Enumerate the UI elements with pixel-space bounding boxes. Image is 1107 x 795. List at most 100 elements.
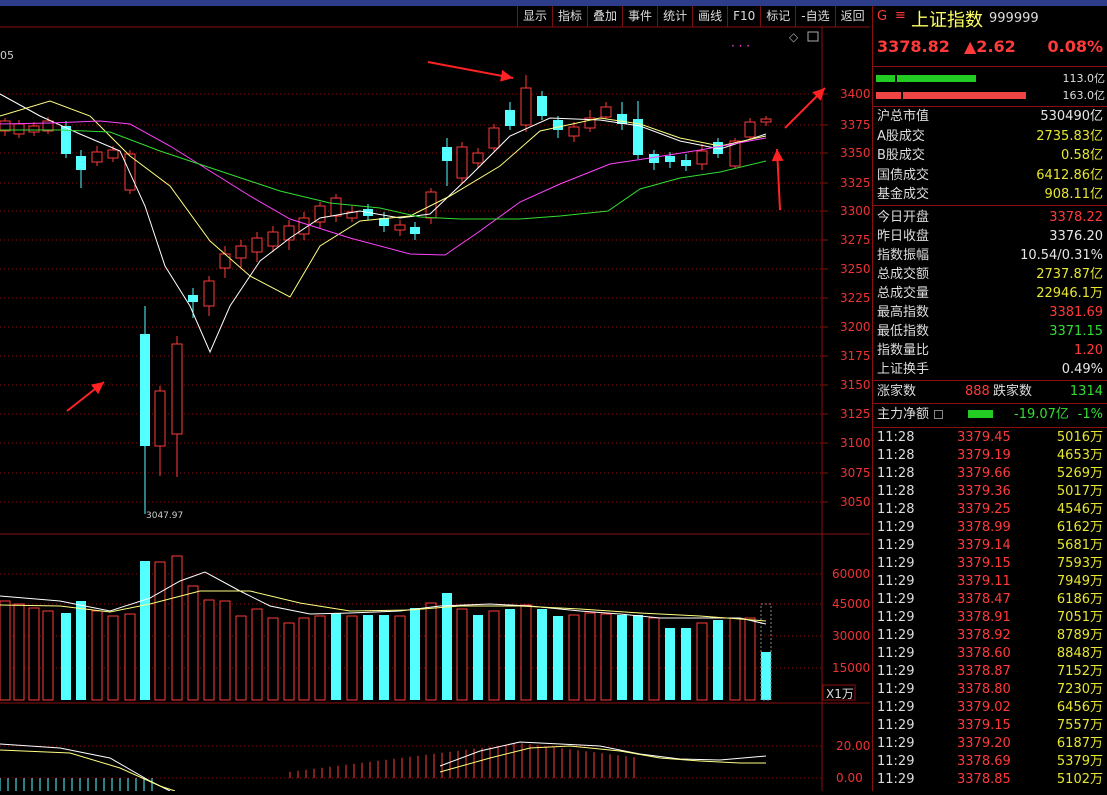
menu-icon[interactable]: ≡ — [895, 8, 906, 23]
price-tick-label: 3225 — [840, 291, 870, 305]
volume-bar-up — [154, 561, 166, 701]
tick-volume: 7152万 — [1056, 664, 1103, 679]
tick-row[interactable]: 11:29 3378.99 6162万 — [873, 519, 1107, 537]
index-price: 3378.82 — [877, 37, 950, 56]
candle-body-up — [13, 123, 25, 135]
stat-label: 指数量比 — [877, 343, 930, 358]
fund-detail-icon[interactable] — [934, 410, 943, 419]
volume-bar-up — [696, 622, 708, 701]
inflow-bar — [876, 75, 976, 82]
index-name: 上证指数 — [911, 10, 983, 31]
tick-row[interactable]: 11:28 3379.36 5017万 — [873, 483, 1107, 501]
stat-value: 0.58亿 — [1061, 148, 1103, 163]
tick-row[interactable]: 11:28 3379.25 4546万 — [873, 501, 1107, 519]
price-tick-label: 3075 — [840, 466, 870, 480]
tick-volume: 4546万 — [1056, 502, 1103, 517]
fund-pct: -1% — [1077, 407, 1103, 422]
toolbar-button[interactable]: -自选 — [795, 6, 834, 27]
toolbar-button[interactable]: 画线 — [692, 6, 727, 27]
tick-time: 11:29 — [877, 718, 915, 733]
tick-volume: 6456万 — [1056, 700, 1103, 715]
toolbar-button[interactable]: 统计 — [657, 6, 692, 27]
toolbar-button[interactable]: 指标 — [552, 6, 587, 27]
price-tick-label: 3125 — [840, 407, 870, 421]
stat-row: 昨日收盘 3376.20 — [873, 227, 1107, 246]
candle-body-up — [283, 225, 295, 241]
tick-row[interactable]: 11:29 3378.85 5102万 — [873, 771, 1107, 789]
stat-value: 10.54/0.31% — [1020, 248, 1103, 263]
corner-label: 05 — [0, 49, 14, 62]
divider — [873, 427, 1107, 428]
candle-body-up — [600, 106, 612, 118]
toolbar-button[interactable]: 叠加 — [587, 6, 622, 27]
toolbar-button[interactable]: 标记 — [760, 6, 795, 27]
toolbar-button[interactable]: F10 — [727, 6, 760, 27]
toolbar-button[interactable]: 返回 — [834, 6, 870, 27]
candle-body-up — [330, 197, 342, 217]
candle-body-down — [410, 227, 420, 234]
tick-volume: 6187万 — [1056, 736, 1103, 751]
toolbar-button[interactable]: 显示 — [517, 6, 552, 27]
stat-row: 指数振幅 10.54/0.31% — [873, 246, 1107, 265]
tick-row[interactable]: 11:29 3378.80 7230万 — [873, 681, 1107, 699]
tick-row[interactable]: 11:29 3378.92 8789万 — [873, 627, 1107, 645]
volume-bar-down — [681, 628, 691, 700]
tick-volume: 5102万 — [1056, 772, 1103, 787]
volume-bar-up — [520, 604, 532, 701]
tick-price: 3379.36 — [957, 484, 1011, 499]
volume-bar-down — [410, 608, 420, 700]
tick-time: 11:29 — [877, 664, 915, 679]
tick-row[interactable]: 11:29 3378.47 6186万 — [873, 591, 1107, 609]
volume-bar-up — [0, 600, 11, 701]
stat-label: 沪总市值 — [877, 109, 930, 124]
tick-row[interactable]: 11:29 3379.14 5681万 — [873, 537, 1107, 555]
toolbar-button[interactable]: 事件 — [622, 6, 657, 27]
tick-time: 11:29 — [877, 736, 915, 751]
volume-bar-up — [314, 615, 326, 701]
candle-body-up — [394, 224, 406, 231]
kline-chart-area[interactable]: 3400 3375 3350 3325 3300 3275 3250 3225 3200 3175… — [0, 6, 871, 792]
candle-body-up — [744, 121, 756, 138]
tick-row[interactable]: 11:29 3379.15 7557万 — [873, 717, 1107, 735]
up-value: 888 — [965, 384, 990, 399]
tick-price: 3378.60 — [957, 646, 1011, 661]
volume-bar-down — [633, 615, 643, 700]
tick-row[interactable]: 11:29 3378.91 7051万 — [873, 609, 1107, 627]
tick-volume: 8848万 — [1056, 646, 1103, 661]
candle-body-down — [537, 96, 547, 116]
volume-bar-down — [713, 620, 723, 700]
tick-volume: 5379万 — [1056, 754, 1103, 769]
stat-row: 沪总市值 530490亿 — [873, 107, 1107, 126]
down-value: 1314 — [1069, 384, 1103, 399]
kline-chart[interactable]: 3400 3375 3350 3325 3300 3275 3250 3225 3200 3175… — [0, 6, 871, 792]
tick-row[interactable]: 11:29 3378.60 8848万 — [873, 645, 1107, 663]
tick-row[interactable]: 11:28 3379.19 4653万 — [873, 447, 1107, 465]
stat-label: 昨日收盘 — [877, 229, 930, 244]
price-tick-label: 3175 — [840, 349, 870, 363]
candle-body-up — [267, 231, 279, 247]
tick-volume: 7593万 — [1056, 556, 1103, 571]
tick-row[interactable]: 11:29 3379.20 6187万 — [873, 735, 1107, 753]
divider — [873, 205, 1107, 206]
tick-row[interactable]: 11:29 3379.15 7593万 — [873, 555, 1107, 573]
volume-bar-up — [346, 615, 358, 701]
outflow-value: 163.0亿 — [1062, 89, 1106, 102]
stat-value: 3371.15 — [1049, 324, 1103, 339]
price-tick-label: 3100 — [840, 436, 870, 450]
tick-row[interactable]: 11:29 3378.69 5379万 — [873, 753, 1107, 771]
stat-value: 6412.86亿 — [1036, 167, 1103, 183]
candle-body-up — [203, 280, 215, 307]
tick-row[interactable]: 11:29 3379.02 6456万 — [873, 699, 1107, 717]
tick-row[interactable]: 11:29 3379.11 7949万 — [873, 573, 1107, 591]
tick-row[interactable]: 11:28 3379.66 5269万 — [873, 465, 1107, 483]
stat-label: 最低指数 — [877, 324, 930, 339]
tick-row[interactable]: 11:28 3379.45 5016万 — [873, 429, 1107, 447]
tick-time: 11:29 — [877, 754, 915, 769]
volume-bar-down — [331, 613, 341, 700]
window-toggle-icon — [807, 31, 819, 42]
tick-row[interactable]: 11:29 3378.87 7152万 — [873, 663, 1107, 681]
tick-time: 11:28 — [877, 502, 915, 517]
volume-bar-down — [61, 613, 71, 700]
stat-label: 基金成交 — [877, 187, 930, 202]
index-change-pct: 0.08% — [1047, 37, 1103, 56]
